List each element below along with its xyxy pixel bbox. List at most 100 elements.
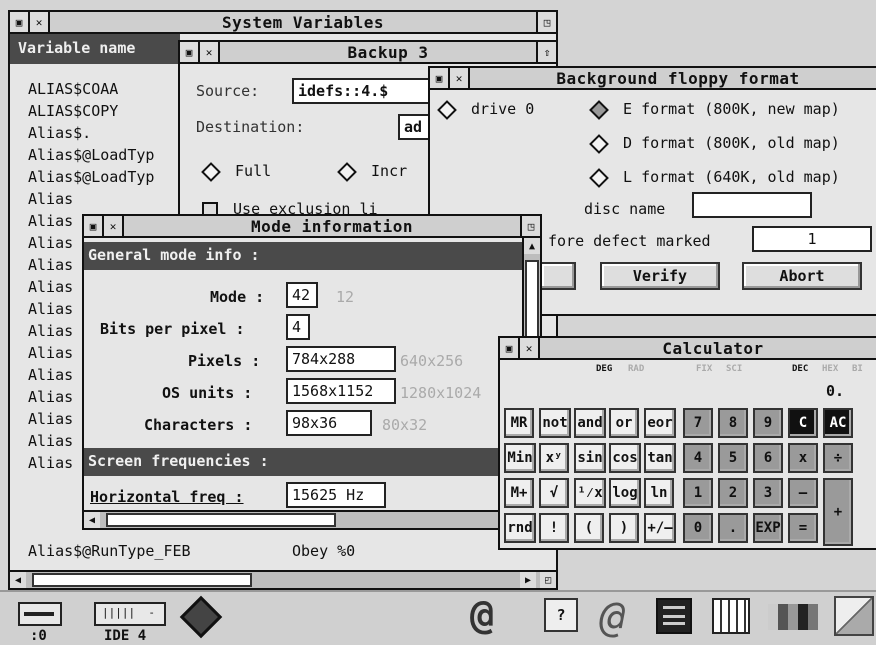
draw-icon[interactable] xyxy=(834,596,874,636)
calc-key[interactable]: ) xyxy=(609,513,639,543)
calc-key[interactable]: 0 xyxy=(683,513,713,543)
calc-key[interactable]: 6 xyxy=(753,443,783,473)
verify-button[interactable]: Verify xyxy=(600,262,720,290)
calc-key[interactable]: ln xyxy=(644,478,674,508)
help-icon[interactable]: ? xyxy=(544,598,578,632)
calc-key[interactable]: ! xyxy=(539,513,569,543)
hfreq-field[interactable]: 15625 Hz xyxy=(286,482,386,508)
back-icon[interactable]: ▣ xyxy=(84,216,104,236)
scroll-up-icon[interactable]: ⇧ xyxy=(536,42,556,62)
full-radio[interactable]: Full xyxy=(200,161,271,182)
apps-diamond-icon[interactable] xyxy=(179,595,223,639)
calc-key[interactable]: ( xyxy=(574,513,604,543)
floppy-titlebar[interactable]: ▣ ✕ Background floppy format xyxy=(430,68,876,90)
close-icon[interactable]: ✕ xyxy=(104,216,124,236)
calc-key[interactable]: 5 xyxy=(718,443,748,473)
calc-key[interactable]: +/– xyxy=(644,513,676,543)
scroll-thumb[interactable] xyxy=(32,573,252,587)
calc-key[interactable]: cos xyxy=(609,443,641,473)
back-icon[interactable]: ▣ xyxy=(430,68,450,88)
os-units-field[interactable]: 1568x1152 xyxy=(286,378,396,404)
list-item[interactable]: ALIAS$COPY xyxy=(28,102,118,120)
source-field[interactable]: idefs::4.$ xyxy=(292,78,442,104)
calc-key[interactable]: 3 xyxy=(753,478,783,508)
toggle-size-icon[interactable]: ◳ xyxy=(536,12,556,32)
list-item[interactable]: Alias$@RunType_FEB xyxy=(28,542,191,560)
start-button[interactable] xyxy=(540,262,576,290)
list-item[interactable]: Alias xyxy=(28,322,73,340)
calc-key[interactable]: 7 xyxy=(683,408,713,438)
list-item[interactable]: Alias xyxy=(28,234,73,252)
calc-key[interactable]: . xyxy=(718,513,748,543)
defect-field[interactable]: 1 xyxy=(752,226,872,252)
abort-button[interactable]: Abort xyxy=(742,262,862,290)
calc-key[interactable]: – xyxy=(788,478,818,508)
close-icon[interactable]: ✕ xyxy=(520,338,540,358)
list-item[interactable]: Alias xyxy=(28,256,73,274)
toggle-size-icon[interactable]: ◳ xyxy=(520,216,540,236)
back-icon[interactable]: ▣ xyxy=(10,12,30,32)
calc-key[interactable]: and xyxy=(574,408,606,438)
calc-key[interactable]: tan xyxy=(644,443,676,473)
calc-key[interactable]: ÷ xyxy=(823,443,853,473)
scroll-left-icon[interactable]: ◀ xyxy=(10,572,26,588)
list-item[interactable]: Alias xyxy=(28,366,73,384)
calc-key[interactable]: eor xyxy=(644,408,676,438)
calc-key[interactable]: 8 xyxy=(718,408,748,438)
calc-key[interactable]: ¹⁄x xyxy=(574,478,606,508)
close-icon[interactable]: ✕ xyxy=(200,42,220,62)
drive-radio[interactable]: drive 0 xyxy=(436,99,534,120)
calc-key[interactable]: EXP xyxy=(753,513,783,543)
mode-field[interactable]: 42 xyxy=(286,282,318,308)
list-item[interactable]: ALIAS$COAA xyxy=(28,80,118,98)
back-icon[interactable]: ▣ xyxy=(500,338,520,358)
calc-key[interactable]: sin xyxy=(574,443,606,473)
list-item[interactable]: Alias$. xyxy=(28,124,91,142)
hard-disc-icon[interactable]: ||||| - xyxy=(94,602,166,626)
internet-icon[interactable]: @ xyxy=(470,592,494,638)
calc-key[interactable]: x xyxy=(788,443,818,473)
scroll-thumb[interactable] xyxy=(106,513,336,527)
calc-key[interactable]: log xyxy=(609,478,641,508)
list-item[interactable]: Alias xyxy=(28,212,73,230)
characters-field[interactable]: 98x36 xyxy=(286,410,372,436)
incremental-radio[interactable]: Incr xyxy=(336,161,407,182)
calc-key[interactable]: 1 xyxy=(683,478,713,508)
list-item[interactable]: Alias xyxy=(28,454,73,472)
list-item[interactable]: Alias xyxy=(28,278,73,296)
calc-key[interactable]: C xyxy=(788,408,818,438)
calc-key[interactable]: MR xyxy=(504,408,534,438)
calc-key[interactable]: Min xyxy=(504,443,536,473)
d-format-radio[interactable]: D format (800K, old map) xyxy=(588,133,840,154)
close-icon[interactable]: ✕ xyxy=(450,68,470,88)
list-item[interactable]: Alias xyxy=(28,432,73,450)
calc-key[interactable]: 2 xyxy=(718,478,748,508)
calc-key[interactable]: M+ xyxy=(504,478,534,508)
calc-key[interactable]: 9 xyxy=(753,408,783,438)
list-item[interactable]: Alias$@LoadTyp xyxy=(28,146,154,164)
email-icon[interactable]: @ xyxy=(600,592,625,641)
calc-key[interactable]: + xyxy=(823,478,853,546)
calc-key[interactable]: xʸ xyxy=(539,443,569,473)
mode-info-titlebar[interactable]: ▣ ✕ Mode information ◳ xyxy=(84,216,540,238)
list-item[interactable]: Alias xyxy=(28,190,73,208)
l-format-radio[interactable]: L format (640K, old map) xyxy=(588,167,840,188)
list-item[interactable]: Alias$@LoadTyp xyxy=(28,168,154,186)
resize-icon[interactable]: ◰ xyxy=(540,572,556,588)
calc-key[interactable]: rnd xyxy=(504,513,536,543)
calc-key[interactable]: √ xyxy=(539,478,569,508)
horizontal-scrollbar[interactable]: ◀ xyxy=(84,510,540,528)
calc-key[interactable]: AC xyxy=(823,408,853,438)
system-variables-titlebar[interactable]: ▣ ✕ System Variables ◳ xyxy=(10,12,556,34)
calendar-icon[interactable] xyxy=(712,598,750,634)
disc-name-field[interactable] xyxy=(692,192,812,218)
scroll-up-icon[interactable]: ▲ xyxy=(524,238,540,254)
list-item[interactable]: Alias xyxy=(28,410,73,428)
calc-key[interactable]: or xyxy=(609,408,639,438)
list-item[interactable]: Alias xyxy=(28,344,73,362)
scroll-left-icon[interactable]: ◀ xyxy=(84,512,100,528)
backup-titlebar[interactable]: ▣ ✕ Backup 3 ⇧ xyxy=(180,42,556,64)
horizontal-scrollbar[interactable]: ◀ ▶ ◰ xyxy=(10,570,556,588)
close-icon[interactable]: ✕ xyxy=(30,12,50,32)
task-display-icon[interactable] xyxy=(656,598,692,634)
